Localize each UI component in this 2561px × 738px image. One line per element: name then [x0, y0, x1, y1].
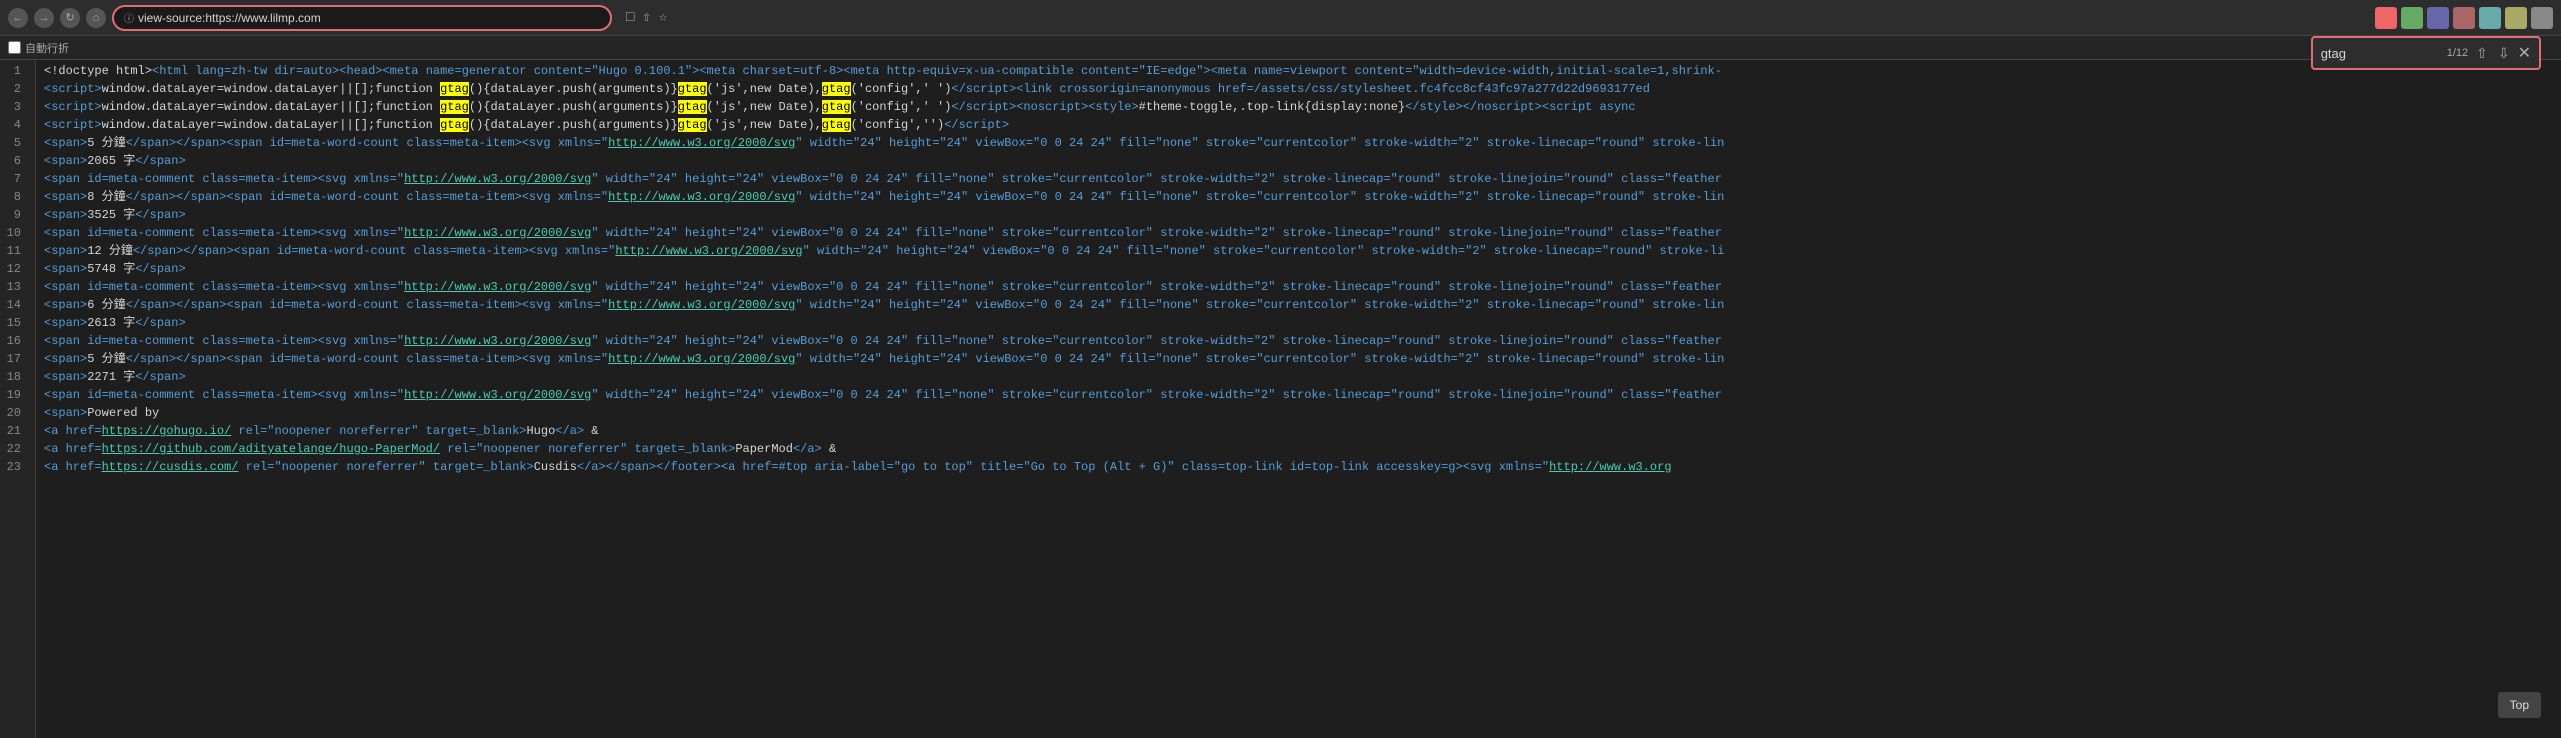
source-line: <span>5 分鐘</span></span><span id=meta-wo… [44, 350, 2561, 368]
reload-button[interactable]: ↻ [60, 8, 80, 28]
source-link[interactable]: http://www.w3.org/2000/svg [608, 136, 795, 150]
source-content: 1234567891011121314151617181920212223 <!… [0, 60, 2561, 738]
source-link[interactable]: https://github.com/adityatelange/hugo-Pa… [102, 442, 440, 456]
bookmark-icon[interactable]: ☆ [659, 9, 667, 26]
source-line: <script>window.dataLayer=window.dataLaye… [44, 98, 2561, 116]
find-close-button[interactable]: ✕ [2518, 43, 2531, 63]
source-line: <span id=meta-comment class=meta-item><s… [44, 332, 2561, 350]
find-next-button[interactable]: ⇩ [2496, 45, 2512, 62]
source-link[interactable]: https://gohugo.io/ [102, 424, 232, 438]
screenshot-icon[interactable]: □ [626, 10, 634, 26]
ext-icon-3[interactable] [2427, 7, 2449, 29]
source-line: <span>2613 字</span> [44, 314, 2561, 332]
share-icon[interactable]: ⇧ [642, 9, 650, 26]
ext-icon-1[interactable] [2375, 7, 2397, 29]
lock-icon: ⓘ [124, 10, 134, 26]
ext-icon-5[interactable] [2479, 7, 2501, 29]
source-line: <span>8 分鐘</span></span><span id=meta-wo… [44, 188, 2561, 206]
source-line: <span>2065 字</span> [44, 152, 2561, 170]
forward-button[interactable]: → [34, 8, 54, 28]
source-line: <span>2271 字</span> [44, 368, 2561, 386]
ext-icon-2[interactable] [2401, 7, 2423, 29]
url-text: view-source:https://www.lilmp.com [138, 11, 600, 25]
source-link[interactable]: http://www.w3.org/2000/svg [404, 226, 591, 240]
ext-icon-4[interactable] [2453, 7, 2475, 29]
source-line: <span>6 分鐘</span></span><span id=meta-wo… [44, 296, 2561, 314]
source-line: <span>5748 字</span> [44, 260, 2561, 278]
top-button[interactable]: Top [2498, 692, 2541, 718]
source-link[interactable]: http://www.w3.org/2000/svg [404, 388, 591, 402]
source-link[interactable]: http://www.w3.org [1549, 460, 1671, 474]
browser-chrome: ← → ↻ ⌂ ⓘ view-source:https://www.lilmp.… [0, 0, 2561, 36]
find-bar: 1/12 ⇧ ⇩ ✕ [2311, 36, 2541, 70]
line-numbers: 1234567891011121314151617181920212223 [0, 60, 36, 738]
source-line: <span>5 分鐘</span></span><span id=meta-wo… [44, 134, 2561, 152]
source-line: <span id=meta-comment class=meta-item><s… [44, 170, 2561, 188]
source-line: <!doctype html><html lang=zh-tw dir=auto… [44, 62, 2561, 80]
source-line: <script>window.dataLayer=window.dataLaye… [44, 116, 2561, 134]
extension-icons [2375, 7, 2553, 29]
source-link[interactable]: http://www.w3.org/2000/svg [404, 334, 591, 348]
home-button[interactable]: ⌂ [86, 8, 106, 28]
find-prev-button[interactable]: ⇧ [2474, 45, 2490, 62]
source-line: <a href=https://cusdis.com/ rel="noopene… [44, 458, 2561, 476]
address-bar[interactable]: ⓘ view-source:https://www.lilmp.com [112, 5, 612, 31]
source-link[interactable]: http://www.w3.org/2000/svg [404, 280, 591, 294]
source-line: <a href=https://gohugo.io/ rel="noopener… [44, 422, 2561, 440]
source-link[interactable]: http://www.w3.org/2000/svg [608, 298, 795, 312]
source-line: <script>window.dataLayer=window.dataLaye… [44, 80, 2561, 98]
ext-icon-7[interactable] [2531, 7, 2553, 29]
source-lines: <!doctype html><html lang=zh-tw dir=auto… [36, 60, 2561, 738]
back-button[interactable]: ← [8, 8, 28, 28]
source-link[interactable]: http://www.w3.org/2000/svg [404, 172, 591, 186]
source-link[interactable]: https://cusdis.com/ [102, 460, 239, 474]
source-link[interactable]: http://www.w3.org/2000/svg [608, 352, 795, 366]
find-count: 1/12 [2447, 47, 2468, 59]
source-line: <a href=https://github.com/adityatelange… [44, 440, 2561, 458]
source-link[interactable]: http://www.w3.org/2000/svg [615, 244, 802, 258]
find-input[interactable] [2321, 46, 2441, 61]
source-line: <span id=meta-comment class=meta-item><s… [44, 278, 2561, 296]
source-link[interactable]: http://www.w3.org/2000/svg [608, 190, 795, 204]
source-line: <span id=meta-comment class=meta-item><s… [44, 386, 2561, 404]
source-line: <span>3525 字</span> [44, 206, 2561, 224]
source-line: <span>12 分鐘</span></span><span id=meta-w… [44, 242, 2561, 260]
autowrap-checkbox[interactable] [8, 41, 21, 54]
source-line: <span>Powered by [44, 404, 2561, 422]
source-line: <span id=meta-comment class=meta-item><s… [44, 224, 2561, 242]
toolbar-icons: □ ⇧ ☆ [626, 9, 667, 26]
ext-icon-6[interactable] [2505, 7, 2527, 29]
autowrap-label: 自動行折 [25, 40, 69, 56]
autowrap-bar: 自動行折 [0, 36, 2561, 60]
